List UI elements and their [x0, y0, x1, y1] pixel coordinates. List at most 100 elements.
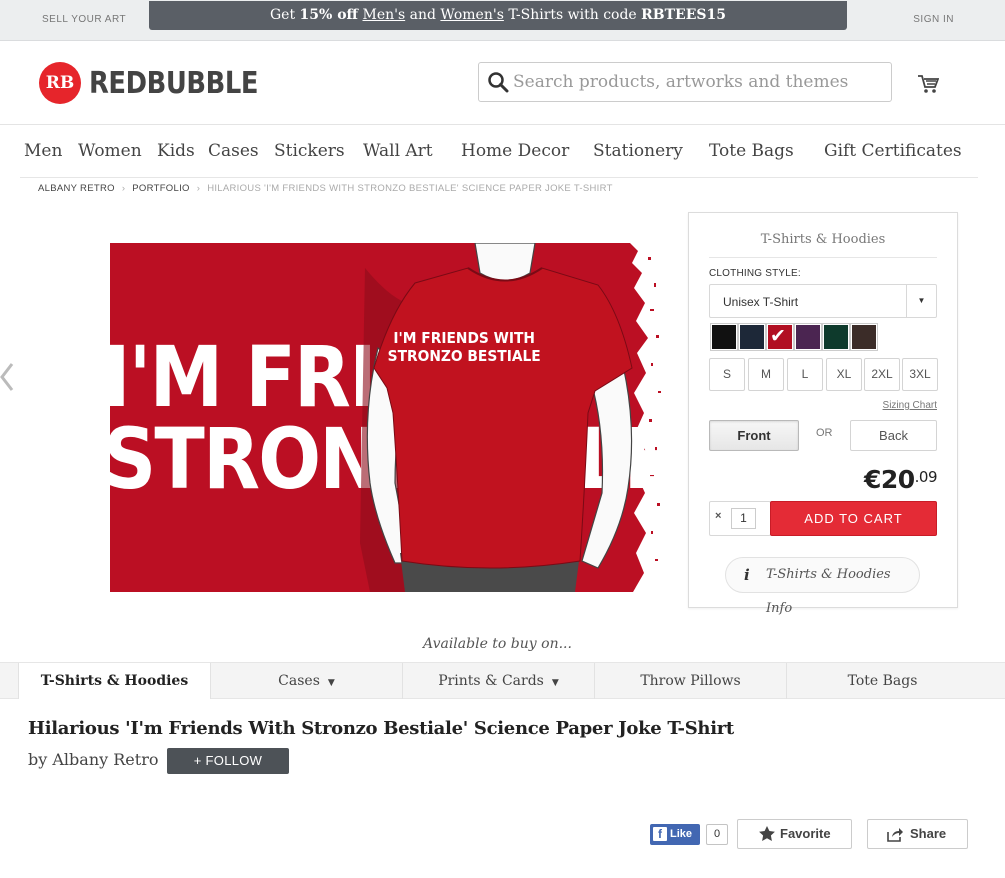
- product-info-label: T-Shirts & Hoodies Info: [766, 567, 891, 616]
- size-2xl[interactable]: 2XL: [864, 358, 900, 391]
- sizing-chart-link[interactable]: Sizing Chart: [883, 400, 937, 411]
- info-icon: i: [744, 566, 750, 584]
- buy-panel: T-Shirts & Hoodies CLOTHING STYLE: Unise…: [688, 212, 958, 616]
- tab-tshirts-hoodies[interactable]: T-Shirts & Hoodies: [18, 663, 210, 699]
- promo-banner[interactable]: Get 15% off Men's and Women's T-Shirts w…: [149, 1, 847, 30]
- color-swatch-navy[interactable]: [738, 323, 766, 351]
- share-label: Share: [910, 826, 947, 841]
- promo-code: RBTEES15: [641, 7, 726, 23]
- facebook-like-button[interactable]: f Like: [650, 824, 700, 845]
- promo-tail: T-Shirts with code: [503, 7, 642, 23]
- nav-women[interactable]: Women: [78, 141, 142, 161]
- size-xl[interactable]: XL: [826, 358, 862, 391]
- share-button[interactable]: Share: [867, 819, 968, 849]
- price-main: €20: [863, 465, 915, 494]
- color-swatch-black[interactable]: [710, 323, 738, 351]
- breadcrumb-current: HILARIOUS 'I'M FRIENDS WITH STRONZO BEST…: [207, 183, 613, 194]
- product-image-art: I'M FRIEN STRONZO B LE I'M FRIENDS WITH …: [110, 243, 665, 592]
- tab-label: Prints & Cards: [438, 673, 544, 689]
- add-to-cart-button[interactable]: ADD TO CART: [770, 501, 937, 536]
- top-bar: SELL YOUR ART Get 15% off Men's and Wome…: [0, 0, 1005, 41]
- quantity-input[interactable]: 1: [731, 508, 756, 529]
- panel-divider: [709, 257, 937, 258]
- product-image[interactable]: I'M FRIEN STRONZO B LE I'M FRIENDS WITH …: [110, 243, 665, 592]
- search-input[interactable]: [513, 69, 883, 95]
- search-box[interactable]: [478, 62, 892, 102]
- sell-your-art-link[interactable]: SELL YOUR ART: [42, 14, 126, 25]
- product-info-button[interactable]: i T-Shirts & Hoodies Info: [725, 557, 920, 616]
- size-m[interactable]: M: [748, 358, 784, 391]
- tab-prints-cards[interactable]: Prints & Cards ▼: [402, 663, 594, 699]
- breadcrumb: ALBANY RETRO › PORTFOLIO › HILARIOUS 'I'M FR…: [38, 183, 613, 194]
- like-label: Like: [670, 828, 693, 840]
- promo-discount: 15% off: [299, 7, 359, 23]
- size-3xl[interactable]: 3XL: [902, 358, 938, 391]
- front-button[interactable]: Front: [709, 420, 799, 451]
- facebook-icon: f: [653, 827, 667, 841]
- size-l[interactable]: L: [787, 358, 823, 391]
- panel-title: T-Shirts & Hoodies: [760, 232, 886, 247]
- shirt-text-line1: I'M FRIENDS WITH: [393, 331, 535, 348]
- favorite-label: Favorite: [780, 826, 831, 841]
- sign-in-link[interactable]: SIGN IN: [913, 14, 954, 25]
- header-divider: [0, 124, 1005, 125]
- price: €20.09: [863, 465, 938, 494]
- color-swatch-red[interactable]: ✔: [766, 323, 794, 351]
- nav-wall-art[interactable]: Wall Art: [363, 141, 433, 161]
- artist-byline[interactable]: by Albany Retro: [28, 750, 158, 769]
- nav-divider: [20, 177, 978, 178]
- promo-text: Get: [270, 7, 300, 23]
- times-icon: ×: [715, 510, 722, 522]
- color-swatch-purple[interactable]: [794, 323, 822, 351]
- available-heading: Available to buy on...: [423, 636, 572, 652]
- caret-down-icon: ▼: [551, 678, 559, 688]
- share-icon: [887, 828, 903, 842]
- nav-cases[interactable]: Cases: [208, 141, 259, 161]
- tab-tote-bags[interactable]: Tote Bags: [786, 663, 978, 699]
- or-label: OR: [816, 427, 833, 439]
- promo-mens-link[interactable]: Men's: [363, 7, 406, 23]
- back-button[interactable]: Back: [850, 420, 937, 451]
- tab-label: Cases: [278, 673, 320, 689]
- nav-stationery[interactable]: Stationery: [593, 141, 683, 161]
- logo-text[interactable]: REDBUBBLE: [89, 66, 258, 101]
- nav-kids[interactable]: Kids: [157, 141, 195, 161]
- clothing-style-label: CLOTHING STYLE:: [709, 268, 801, 279]
- nav-home-decor[interactable]: Home Decor: [461, 141, 569, 161]
- cart-icon[interactable]: [917, 74, 939, 94]
- tab-throw-pillows[interactable]: Throw Pillows: [594, 663, 786, 699]
- favorite-button[interactable]: Favorite: [737, 819, 852, 849]
- chevron-right-icon: ›: [196, 183, 201, 194]
- nav-men[interactable]: Men: [24, 141, 62, 161]
- product-title: Hilarious 'I'm Friends With Stronzo Best…: [28, 718, 734, 739]
- tab-label: T-Shirts & Hoodies: [40, 673, 189, 689]
- color-swatch-brown[interactable]: [850, 323, 878, 351]
- breadcrumb-artist[interactable]: ALBANY RETRO: [38, 183, 115, 194]
- caret-down-icon: ▼: [327, 678, 335, 688]
- clothing-style-select[interactable]: Unisex T-Shirt ▼: [709, 284, 937, 318]
- nav-stickers[interactable]: Stickers: [274, 141, 345, 161]
- nav-gift-certificates[interactable]: Gift Certificates: [824, 141, 962, 161]
- tab-cases[interactable]: Cases ▼: [210, 663, 402, 699]
- price-cents: .09: [914, 468, 938, 486]
- checkmark-icon: ✔: [770, 326, 786, 347]
- search-icon[interactable]: [487, 71, 509, 93]
- nav-tote-bags[interactable]: Tote Bags: [709, 141, 794, 161]
- chevron-right-icon: ›: [121, 183, 126, 194]
- star-icon: [759, 826, 775, 841]
- tab-label: Tote Bags: [847, 673, 918, 689]
- like-count: 0: [706, 824, 728, 845]
- size-s[interactable]: S: [709, 358, 745, 391]
- tab-label: Throw Pillows: [640, 673, 741, 689]
- chevron-left-icon[interactable]: [0, 362, 14, 392]
- product-tabs: T-Shirts & Hoodies Cases ▼ Prints & Cards…: [0, 662, 1005, 699]
- quantity-box: × 1: [709, 501, 771, 536]
- logo-mark[interactable]: RB: [39, 62, 81, 104]
- color-swatch-green[interactable]: [822, 323, 850, 351]
- follow-button[interactable]: + FOLLOW: [167, 748, 289, 774]
- breadcrumb-portfolio[interactable]: PORTFOLIO: [132, 183, 189, 194]
- clothing-style-value: Unisex T-Shirt: [723, 295, 799, 309]
- chevron-down-icon[interactable]: ▼: [906, 285, 936, 317]
- promo-and: and: [405, 7, 441, 23]
- promo-womens-link[interactable]: Women's: [440, 7, 503, 23]
